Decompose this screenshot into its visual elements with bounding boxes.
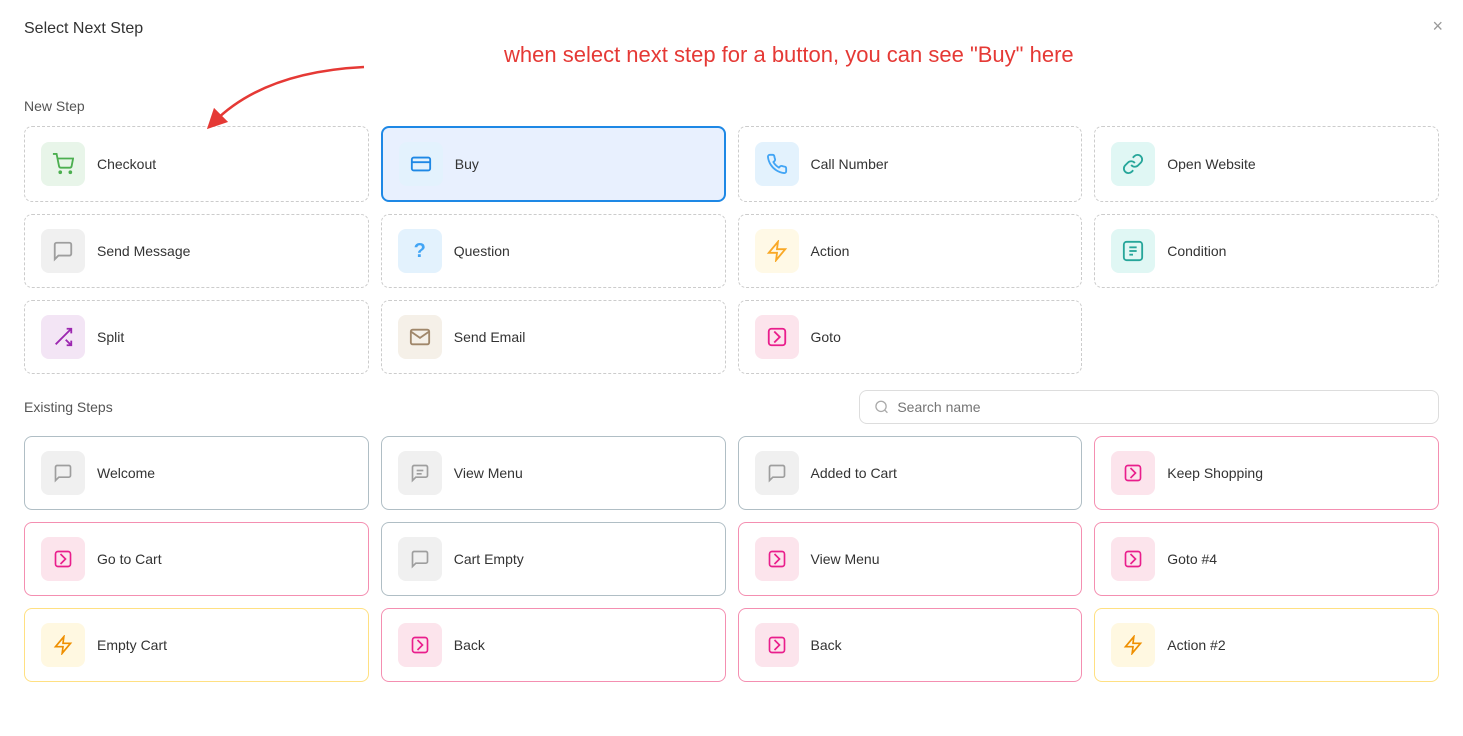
action-2-icon [1111,623,1155,667]
step-question[interactable]: ? Question [381,214,726,288]
split-icon [41,315,85,359]
step-welcome[interactable]: Welcome [24,436,369,510]
step-back-2[interactable]: Back [738,608,1083,682]
go-to-cart-label: Go to Cart [97,551,162,567]
step-added-to-cart[interactable]: Added to Cart [738,436,1083,510]
close-button[interactable]: × [1432,16,1443,37]
step-back[interactable]: Back [381,608,726,682]
condition-label: Condition [1167,243,1226,259]
action-2-label: Action #2 [1167,637,1225,653]
empty-cart-label: Empty Cart [97,637,167,653]
welcome-icon [41,451,85,495]
added-to-cart-label: Added to Cart [811,465,897,481]
existing-steps-section-header: Existing Steps [24,390,1439,424]
empty-cell [1094,300,1439,374]
search-input[interactable] [897,399,1424,415]
checkout-icon [41,142,85,186]
step-buy[interactable]: Buy [381,126,726,202]
goto-label: Goto [811,329,841,345]
step-checkout[interactable]: Checkout [24,126,369,202]
question-icon: ? [398,229,442,273]
condition-icon [1111,229,1155,273]
view-menu-label: View Menu [454,465,523,481]
step-keep-shopping[interactable]: Keep Shopping [1094,436,1439,510]
call-number-label: Call Number [811,156,889,172]
back-label: Back [454,637,485,653]
back-icon [398,623,442,667]
view-menu-icon [398,451,442,495]
welcome-label: Welcome [97,465,155,481]
step-call-number[interactable]: Call Number [738,126,1083,202]
empty-cart-icon [41,623,85,667]
send-message-icon [41,229,85,273]
keep-shopping-label: Keep Shopping [1167,465,1263,481]
step-empty-cart[interactable]: Empty Cart [24,608,369,682]
split-label: Split [97,329,124,345]
action-icon [755,229,799,273]
send-message-label: Send Message [97,243,190,259]
step-cart-empty[interactable]: Cart Empty [381,522,726,596]
step-action[interactable]: Action [738,214,1083,288]
step-goto[interactable]: Goto [738,300,1083,374]
buy-icon [399,142,443,186]
new-step-grid: Checkout Buy Call Number [24,126,1439,374]
cart-empty-label: Cart Empty [454,551,524,567]
step-open-website[interactable]: Open Website [1094,126,1439,202]
search-bar[interactable] [859,390,1439,424]
goto-4-icon [1111,537,1155,581]
action-label: Action [811,243,850,259]
back-2-icon [755,623,799,667]
go-to-cart-icon [41,537,85,581]
question-label: Question [454,243,510,259]
keep-shopping-icon [1111,451,1155,495]
select-next-step-modal: × Select Next Step when select next step… [0,0,1463,736]
added-to-cart-icon [755,451,799,495]
goto-4-label: Goto #4 [1167,551,1217,567]
buy-label: Buy [455,156,479,172]
open-website-icon [1111,142,1155,186]
step-go-to-cart[interactable]: Go to Cart [24,522,369,596]
step-goto-4[interactable]: Goto #4 [1094,522,1439,596]
step-send-message[interactable]: Send Message [24,214,369,288]
existing-steps-label: Existing Steps [24,399,113,415]
call-number-icon [755,142,799,186]
search-icon [874,399,889,415]
checkout-label: Checkout [97,156,156,172]
send-email-label: Send Email [454,329,526,345]
step-view-menu[interactable]: View Menu [381,436,726,510]
modal-title: Select Next Step [24,20,1439,38]
view-menu-2-label: View Menu [811,551,880,567]
send-email-icon [398,315,442,359]
existing-steps-grid: Welcome View Menu Added to Cart [24,436,1439,682]
open-website-label: Open Website [1167,156,1255,172]
step-action-2[interactable]: Action #2 [1094,608,1439,682]
annotation-arrow [184,62,384,132]
step-view-menu-2[interactable]: View Menu [738,522,1083,596]
step-split[interactable]: Split [24,300,369,374]
annotation-text: when select next step for a button, you … [504,42,1439,68]
step-condition[interactable]: Condition [1094,214,1439,288]
back-2-label: Back [811,637,842,653]
step-send-email[interactable]: Send Email [381,300,726,374]
goto-icon [755,315,799,359]
view-menu-2-icon [755,537,799,581]
cart-empty-icon [398,537,442,581]
